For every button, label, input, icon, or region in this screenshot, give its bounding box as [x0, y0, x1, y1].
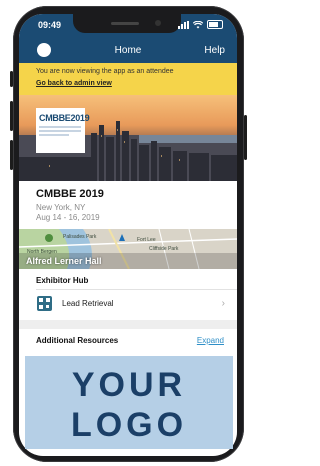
exhibitor-hub-heading: Exhibitor Hub [36, 276, 89, 285]
battery-icon [207, 20, 223, 29]
event-name: CMBBE 2019 [36, 188, 104, 200]
event-hero-image: CMBBE2019 [19, 95, 237, 181]
status-icons [178, 20, 223, 29]
speaker-grille [111, 22, 139, 25]
your-logo-placeholder: YOUR LOGO [25, 356, 233, 449]
nav-bar: Home Help [19, 38, 237, 63]
wifi-icon [193, 20, 203, 28]
venue-map[interactable]: Palisades Park Fort Lee North Bergen Cli… [19, 229, 237, 269]
event-logo-text: CMBBE2019 [39, 113, 90, 123]
event-location: New York, NY [36, 203, 86, 212]
section-separator [19, 320, 237, 329]
expand-link[interactable]: Expand [197, 336, 224, 345]
map-label: Cliffside Park [149, 246, 179, 252]
attendee-banner-text: You are now viewing the app as an attend… [36, 68, 174, 75]
device-notch [73, 14, 181, 33]
map-label: North Bergen [27, 249, 57, 255]
map-label: Fort Lee [137, 237, 156, 243]
front-camera [155, 20, 161, 26]
event-logo-subtext [39, 126, 81, 138]
chevron-right-icon: › [221, 298, 225, 309]
app-header: 09:49 Home Help [19, 14, 237, 63]
lead-retrieval-label: Lead Retrieval [62, 299, 114, 308]
logo-line-1: YOUR [71, 366, 187, 404]
venue-name: Alfred Lerner Hall [26, 256, 102, 266]
additional-resources-heading: Additional Resources [36, 336, 119, 345]
help-button[interactable]: Help [204, 45, 225, 56]
divider [36, 289, 237, 290]
back-to-admin-link[interactable]: Go back to admin view [36, 80, 112, 87]
status-bar: 09:49 [19, 14, 237, 34]
status-time: 09:49 [38, 20, 62, 30]
qr-code-icon [37, 296, 52, 311]
signal-icon [178, 20, 189, 29]
lead-retrieval-item[interactable]: Lead Retrieval › [19, 292, 237, 318]
attendee-banner: You are now viewing the app as an attend… [19, 63, 237, 95]
event-logo: CMBBE2019 [36, 108, 90, 153]
logo-line-2: LOGO [70, 406, 188, 444]
map-label: Palisades Park [63, 234, 97, 240]
event-dates: Aug 14 - 16, 2019 [36, 213, 100, 222]
power-button [244, 115, 247, 160]
